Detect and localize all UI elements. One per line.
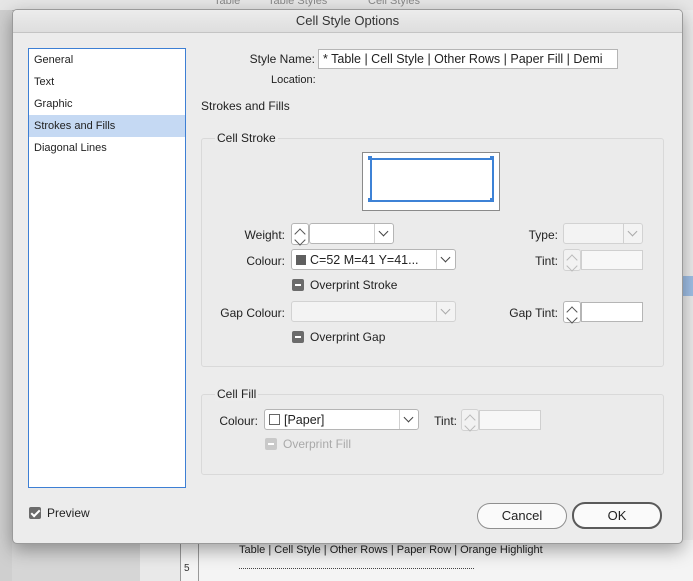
- stroke-proxy-preview[interactable]: [362, 152, 500, 211]
- gap-tint-label: Gap Tint:: [509, 306, 558, 320]
- stroke-colour-arrow: [436, 250, 455, 269]
- stroke-colour-swatch: [296, 255, 306, 265]
- preview-checkbox[interactable]: [29, 507, 41, 519]
- background-ruler-line: [198, 540, 199, 581]
- background-row-number: 5: [184, 563, 190, 574]
- cell-style-options-dialog: Cell Style Options General Text Graphic …: [12, 9, 683, 544]
- cell-fill-title: Cell Fill: [215, 387, 259, 401]
- stroke-tint-label: Tint:: [535, 254, 558, 268]
- background-ruler: [140, 540, 181, 581]
- bg-tab-table-styles[interactable]: Table Styles: [268, 0, 327, 8]
- location-label: Location:: [271, 74, 316, 86]
- cell-fill-group: [201, 394, 664, 475]
- stroke-colour-display: C=52 M=41 Y=41...: [296, 251, 419, 269]
- fill-colour-value: [Paper]: [284, 413, 325, 427]
- stroke-proxy-rect: [370, 158, 494, 202]
- nav-item-strokes-and-fills[interactable]: Strokes and Fills: [29, 115, 185, 137]
- gap-colour-dropdown[interactable]: [291, 301, 456, 322]
- overprint-stroke-checkbox[interactable]: [292, 279, 304, 291]
- fill-colour-swatch: [269, 414, 280, 425]
- chevron-down-icon: [440, 304, 451, 315]
- section-title: Strokes and Fills: [201, 99, 290, 113]
- nav-item-graphic[interactable]: Graphic: [29, 93, 185, 115]
- chevron-down-icon: [403, 412, 414, 423]
- bg-tab-table[interactable]: Table: [214, 0, 240, 8]
- category-list: General Text Graphic Strokes and Fills D…: [28, 48, 186, 488]
- fill-colour-arrow: [399, 410, 418, 429]
- fill-colour-dropdown[interactable]: [Paper]: [264, 409, 419, 430]
- overprint-gap-checkbox[interactable]: [292, 331, 304, 343]
- cancel-button[interactable]: Cancel: [477, 503, 567, 529]
- proxy-handle-top-right: [490, 156, 494, 160]
- nav-item-text[interactable]: Text: [29, 71, 185, 93]
- fill-tint-input[interactable]: [479, 410, 541, 430]
- stroke-colour-value: C=52 M=41 Y=41...: [310, 253, 419, 267]
- weight-dropdown-arrow: [374, 224, 393, 243]
- weight-label: Weight:: [244, 228, 285, 242]
- gap-colour-arrow: [436, 302, 455, 321]
- stroke-tint-input[interactable]: [581, 250, 643, 270]
- overprint-fill-checkbox[interactable]: [265, 438, 277, 450]
- gap-tint-input[interactable]: [581, 302, 643, 322]
- dialog-title: Cell Style Options: [13, 10, 682, 33]
- type-label: Type:: [528, 228, 558, 242]
- chevron-down-icon: [627, 226, 638, 237]
- style-name-input[interactable]: * Table | Cell Style | Other Rows | Pape…: [318, 49, 618, 69]
- fill-tint-label: Tint:: [434, 414, 457, 428]
- fill-colour-label: Colour:: [219, 414, 258, 428]
- background-row-text: Table | Cell Style | Other Rows | Paper …: [239, 544, 543, 556]
- preview-label: Preview: [47, 506, 90, 520]
- type-dropdown-arrow: [623, 224, 642, 243]
- ok-button[interactable]: OK: [572, 502, 662, 529]
- bg-tab-cell-styles[interactable]: Cell Styles: [368, 0, 420, 8]
- cell-stroke-title: Cell Stroke: [215, 131, 278, 145]
- background-left-strip: [0, 10, 12, 581]
- overprint-fill-label: Overprint Fill: [283, 437, 352, 451]
- chevron-down-icon: [378, 226, 389, 237]
- overprint-gap-label: Overprint Gap: [310, 330, 386, 344]
- proxy-handle-top-left: [368, 156, 372, 160]
- stroke-colour-label: Colour:: [246, 254, 285, 268]
- overprint-stroke-label: Overprint Stroke: [310, 278, 398, 292]
- weight-dropdown[interactable]: [309, 223, 394, 244]
- nav-item-general[interactable]: General: [29, 49, 185, 71]
- background-document: Table | Cell Style | Other Rows | Paper …: [180, 540, 693, 581]
- fill-colour-display: [Paper]: [269, 411, 324, 429]
- nav-item-diagonal-lines[interactable]: Diagonal Lines: [29, 137, 185, 159]
- background-dotted-line: [239, 568, 474, 569]
- proxy-handle-bottom-right: [490, 198, 494, 202]
- chevron-down-icon: [440, 252, 451, 263]
- weight-stepper[interactable]: [291, 223, 309, 246]
- proxy-handle-bottom-left: [368, 198, 372, 202]
- gap-colour-label: Gap Colour:: [220, 306, 285, 320]
- gap-tint-stepper[interactable]: [563, 301, 581, 324]
- stroke-tint-stepper[interactable]: [563, 249, 581, 272]
- stroke-colour-dropdown[interactable]: C=52 M=41 Y=41...: [291, 249, 456, 270]
- type-dropdown[interactable]: [563, 223, 643, 244]
- fill-tint-stepper[interactable]: [461, 409, 479, 432]
- style-name-label: Style Name:: [249, 52, 315, 66]
